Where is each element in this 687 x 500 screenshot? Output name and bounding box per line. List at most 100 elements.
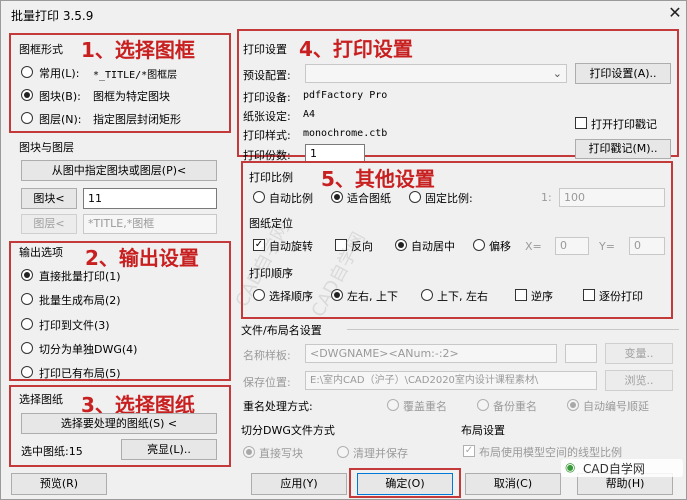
wechat-icon: ◉	[565, 460, 576, 474]
split-purge-save-radio[interactable]	[337, 446, 349, 458]
auto-rotate-checkbox[interactable]: ✓	[253, 239, 265, 251]
offset-y-label: Y=	[599, 240, 615, 253]
frame-option-layer-value: 指定图层封闭矩形	[93, 113, 181, 126]
output-split-dwg-label: 切分为单独DWG(4)	[39, 343, 138, 356]
position-group-label: 图纸定位	[249, 217, 293, 230]
save-location-input[interactable]: E:\室内CAD（沪子）\CAD2020室内设计课程素材\	[305, 371, 597, 390]
offset-y-input[interactable]: 0	[629, 237, 665, 255]
scale-auto-radio[interactable]	[253, 191, 265, 203]
auto-center-radio[interactable]	[395, 239, 407, 251]
name-template-extra-input[interactable]	[565, 344, 597, 363]
scale-auto-label: 自动比例	[269, 192, 313, 205]
page-by-page-checkbox[interactable]	[583, 289, 595, 301]
output-group-label: 输出选项	[19, 246, 63, 259]
file-layout-divider	[347, 329, 679, 330]
output-direct-print-radio[interactable]	[21, 269, 33, 281]
style-label: 打印样式:	[243, 129, 291, 142]
reverse-label: 反向	[351, 240, 373, 253]
reverse-checkbox[interactable]	[335, 239, 347, 251]
ok-button[interactable]: 确定(O)	[357, 473, 453, 495]
select-drawings-button[interactable]: 选择要处理的图纸(S) <	[21, 413, 217, 434]
window-title: 批量打印 3.5.9	[11, 9, 94, 23]
apply-button[interactable]: 应用(Y)	[251, 473, 347, 495]
print-stamp-button[interactable]: 打印戳记(M)..	[575, 139, 671, 159]
auto-rotate-label: 自动旋转	[269, 240, 313, 253]
scale-value-input[interactable]: 100	[559, 188, 665, 207]
order-tb-lr-radio[interactable]	[421, 289, 433, 301]
order-group-label: 打印顺序	[249, 267, 293, 280]
reverse-order-label: 逆序	[531, 290, 553, 303]
device-label: 打印设备:	[243, 91, 291, 104]
rename-auto-number-radio[interactable]	[567, 399, 579, 411]
order-selection-radio[interactable]	[253, 289, 265, 301]
print-settings-group-label: 打印设置	[243, 43, 287, 56]
split-write-block-radio[interactable]	[243, 446, 255, 458]
output-existing-layouts-radio[interactable]	[21, 366, 33, 378]
layer-pick-button[interactable]: 图层<	[21, 214, 77, 234]
name-template-label: 名称样板:	[243, 349, 291, 362]
layout-group-label: 布局设置	[461, 424, 505, 437]
output-print-to-file-radio[interactable]	[21, 318, 33, 330]
frame-option-block-value: 图框为特定图块	[93, 90, 170, 103]
browse-button[interactable]: 浏览..	[605, 370, 673, 391]
layer-name-input[interactable]: *TITLE,*图框	[83, 214, 217, 234]
order-selection-label: 选择顺序	[269, 290, 313, 303]
offset-label: 偏移	[489, 240, 511, 253]
paper-label: 纸张设定:	[243, 110, 291, 123]
scale-prefix: 1:	[541, 191, 552, 204]
print-settings-button[interactable]: 打印设置(A)..	[575, 63, 671, 84]
highlight-button[interactable]: 亮显(L)..	[121, 439, 217, 460]
output-generate-layouts-label: 批量生成布局(2)	[39, 294, 121, 307]
rename-overwrite-label: 覆盖重名	[403, 400, 447, 413]
preview-button[interactable]: 预览(R)	[11, 473, 107, 495]
preset-dropdown[interactable]: ⌄	[305, 64, 567, 83]
frame-option-block-label: 图块(B):	[39, 90, 81, 103]
cancel-button[interactable]: 取消(C)	[465, 473, 561, 495]
selected-count-label: 选中图纸:15	[21, 445, 83, 458]
output-split-dwg-radio[interactable]	[21, 342, 33, 354]
block-name-input[interactable]: 11	[83, 188, 217, 209]
scale-fixed-radio[interactable]	[409, 191, 421, 203]
output-existing-layouts-label: 打印已有布局(5)	[39, 367, 121, 380]
output-generate-layouts-radio[interactable]	[21, 293, 33, 305]
rename-label: 重名处理方式:	[243, 400, 313, 413]
frame-option-layer-label: 图层(N):	[39, 113, 82, 126]
scale-fit-label: 适合图纸	[347, 192, 391, 205]
order-lr-tb-radio[interactable]	[331, 289, 343, 301]
offset-x-input[interactable]: 0	[555, 237, 589, 255]
scale-fit-radio[interactable]	[331, 191, 343, 203]
split-purge-save-label: 清理并保存	[353, 447, 408, 460]
frame-option-common-radio[interactable]	[21, 66, 33, 78]
pick-block-or-layer-button[interactable]: 从图中指定图块或图层(P)<	[21, 160, 217, 181]
stamp-checkbox[interactable]	[575, 117, 587, 129]
rename-auto-number-label: 自动编号顺延	[583, 400, 649, 413]
frame-option-common-label: 常用(L):	[39, 67, 80, 80]
offset-radio[interactable]	[473, 239, 485, 251]
name-template-input[interactable]: <DWGNAME><ANum:-:2>	[305, 344, 557, 363]
annotation-other-settings: 5、其他设置	[321, 167, 435, 191]
paper-value: A4	[303, 109, 316, 120]
frame-option-common-value: *_TITLE/*图框层	[93, 70, 178, 81]
rename-overwrite-radio[interactable]	[387, 399, 399, 411]
reverse-order-checkbox[interactable]	[515, 289, 527, 301]
frame-style-group-label: 图框形式	[19, 43, 63, 56]
scale-group-label: 打印比例	[249, 171, 293, 184]
layout-linetype-label: 布局使用模型空间的线型比例	[479, 446, 622, 459]
order-lr-tb-label: 左右, 上下	[347, 290, 398, 303]
rename-backup-radio[interactable]	[477, 399, 489, 411]
layout-linetype-checkbox[interactable]: ✓	[463, 445, 475, 457]
annotation-frame: 1、选择图框	[81, 38, 195, 62]
output-direct-print-label: 直接批量打印(1)	[39, 270, 121, 283]
scale-fixed-label: 固定比例:	[425, 192, 473, 205]
batch-print-window: 批量打印 3.5.9 ✕ 图框形式 1、选择图框 常用(L): *_TITLE/…	[0, 0, 687, 500]
output-print-to-file-label: 打印到文件(3)	[39, 319, 110, 332]
annotation-print-settings: 4、打印设置	[299, 37, 413, 61]
close-icon[interactable]: ✕	[665, 3, 685, 23]
frame-option-layer-radio[interactable]	[21, 112, 33, 124]
block-pick-button[interactable]: 图块<	[21, 188, 77, 209]
device-value: pdfFactory Pro	[303, 90, 388, 101]
auto-center-label: 自动居中	[411, 240, 455, 253]
frame-option-block-radio[interactable]	[21, 89, 33, 101]
select-drawing-group-label: 选择图纸	[19, 393, 63, 406]
variable-button[interactable]: 变量..	[605, 343, 673, 364]
